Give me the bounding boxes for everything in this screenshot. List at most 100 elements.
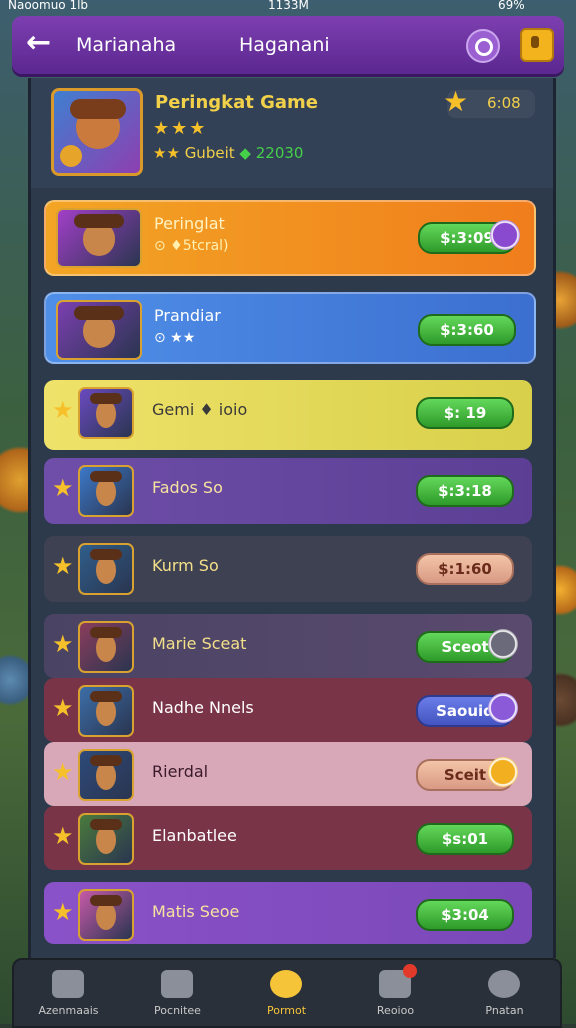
leaderboard-row[interactable]: ★ Elanbatlee $s:01 xyxy=(44,806,532,870)
leaderboard-row[interactable]: ★ Nadhe Nnels Saouid xyxy=(44,678,532,742)
row-name: Fados So xyxy=(152,478,223,497)
row-price-button[interactable]: $:1:60 xyxy=(416,553,514,585)
rank-star-icon: ★ xyxy=(52,396,74,424)
row-avatar xyxy=(78,387,134,439)
avatar-hat xyxy=(90,754,122,767)
nav-item-2[interactable]: Pocnitee xyxy=(123,960,232,1026)
avatar-hat xyxy=(74,306,124,320)
avatar-hat xyxy=(90,626,122,639)
row-price-button[interactable]: Saouid xyxy=(416,693,518,727)
leaderboard-row[interactable]: Prandiar ⊙ ★★ $:3:60 xyxy=(44,292,536,364)
rank-star-icon: ★ xyxy=(52,552,74,580)
nav-item-4[interactable]: Reoioo xyxy=(341,960,450,1026)
leaderboard-row[interactable]: ★ Rierdal Sceit xyxy=(44,742,532,806)
row-avatar xyxy=(56,208,142,268)
row-name: Gemi ♦ ioio xyxy=(152,400,248,419)
top-bar-title-right: Haganani xyxy=(239,34,330,56)
help-icon[interactable] xyxy=(466,29,500,63)
player-header-card: Peringkat Game ★★★ ★★ Gubeit ◆ 22030 ★ 6… xyxy=(31,78,553,188)
rank-star-icon: ★ xyxy=(52,630,74,658)
row-price-button[interactable]: $:3:09 xyxy=(418,220,520,254)
avatar-hat xyxy=(74,214,124,228)
row-subtitle: ⊙ ★★ xyxy=(154,330,196,346)
avatar-hat xyxy=(90,690,122,703)
avatar-hat xyxy=(90,894,122,907)
leaderboard-row[interactable]: Peringlat ⊙ ♦5tcral) $:3:09 xyxy=(44,200,536,276)
nav-item-1[interactable]: Azenmaais xyxy=(14,960,123,1026)
subline-stars: ★★ xyxy=(153,144,180,162)
chat-icon xyxy=(379,964,417,998)
row-avatar xyxy=(78,813,134,865)
row-name: Nadhe Nnels xyxy=(152,698,254,717)
top-bar-title-left: Marianaha xyxy=(76,34,177,56)
nav-item-3[interactable]: Pormot xyxy=(232,960,341,1026)
rank-star-icon: ★ xyxy=(52,758,74,786)
row-subtitle: ⊙ ♦5tcral) xyxy=(154,238,229,254)
nav-item-5[interactable]: Pnatan xyxy=(450,960,559,1026)
status-battery: 69% xyxy=(498,0,525,12)
gift-icon[interactable] xyxy=(520,28,554,62)
shield-icon xyxy=(161,970,193,998)
row-avatar xyxy=(78,889,134,941)
player-points: 22030 xyxy=(255,144,304,162)
row-name: Elanbatlee xyxy=(152,826,237,845)
rank-star-icon: ★ xyxy=(52,474,74,502)
back-arrow-icon[interactable]: ← xyxy=(26,26,62,62)
row-avatar xyxy=(78,621,134,673)
clock-icon xyxy=(488,970,520,998)
row-avatar xyxy=(78,749,134,801)
top-bar: ← Marianaha Haganani xyxy=(12,16,564,74)
avatar-hat xyxy=(90,470,122,483)
avatar-hat xyxy=(90,392,122,405)
row-name: Marie Sceat xyxy=(152,634,247,653)
rank-star-icon: ★ xyxy=(52,694,74,722)
row-price-button[interactable]: Sceot xyxy=(416,629,518,663)
leaderboard-row[interactable]: ★ Matis Seoe $3:04 xyxy=(44,882,532,944)
row-badge-icon xyxy=(488,629,518,659)
status-carrier: Naoomuo 1lb xyxy=(8,0,89,12)
nav-label: Pnatan xyxy=(485,1004,524,1017)
notification-dot-icon xyxy=(403,964,417,978)
nav-label: Pocnitee xyxy=(154,1004,201,1017)
leaderboard-row[interactable]: ★ Gemi ♦ ioio $: 19 xyxy=(44,380,532,450)
leaderboard-row[interactable]: ★ Fados So $:3:18 xyxy=(44,458,532,524)
row-avatar xyxy=(78,685,134,737)
row-price-button[interactable]: $3:04 xyxy=(416,899,514,931)
row-price-button[interactable]: $s:01 xyxy=(416,823,514,855)
subline-label: Gubeit xyxy=(184,144,235,162)
row-price-button[interactable]: $:3:18 xyxy=(416,475,514,507)
row-name: Prandiar xyxy=(154,306,221,325)
nav-label: Pormot xyxy=(266,1004,307,1017)
leaderboard-row[interactable]: ★ Marie Sceat Sceot xyxy=(44,614,532,678)
avatar-hat xyxy=(90,548,122,561)
gem-icon: ◆ xyxy=(239,144,251,162)
avatar-hat xyxy=(90,818,122,831)
nav-label: Azenmaais xyxy=(38,1004,99,1017)
coin-counter: ★ 6:08 xyxy=(443,87,535,118)
row-avatar xyxy=(78,465,134,517)
player-avatar xyxy=(51,88,143,176)
rank-star-icon: ★ xyxy=(52,898,74,926)
status-time: 1133M xyxy=(268,0,309,12)
row-badge-icon xyxy=(488,757,518,787)
row-name: Rierdal xyxy=(152,762,209,781)
rank-star-icon: ★ xyxy=(52,822,74,850)
player-stars: ★★★ xyxy=(153,118,208,139)
row-badge-icon xyxy=(488,693,518,723)
row-badge-icon xyxy=(490,220,520,250)
star-coin-icon: ★ xyxy=(443,85,469,118)
row-price-button[interactable]: Sceit xyxy=(416,757,518,791)
status-bar: Naoomuo 1lb 1133M 69% xyxy=(0,0,576,14)
row-name: Kurm So xyxy=(152,556,219,575)
bottom-nav: Azenmaais Pocnitee Pormot Reoioo Pnatan xyxy=(12,958,562,1028)
row-name: Peringlat xyxy=(154,214,225,233)
player-subline: ★★ Gubeit ◆ 22030 xyxy=(153,144,303,162)
coin-value: 6:08 xyxy=(487,94,521,112)
row-price-button[interactable]: $:3:60 xyxy=(418,314,516,346)
leaderboard-row[interactable]: ★ Kurm So $:1:60 xyxy=(44,536,532,602)
row-avatar xyxy=(78,543,134,595)
row-avatar xyxy=(56,300,142,360)
nav-label: Reoioo xyxy=(376,1004,415,1017)
home-icon xyxy=(52,970,84,998)
row-price-button[interactable]: $: 19 xyxy=(416,397,514,429)
